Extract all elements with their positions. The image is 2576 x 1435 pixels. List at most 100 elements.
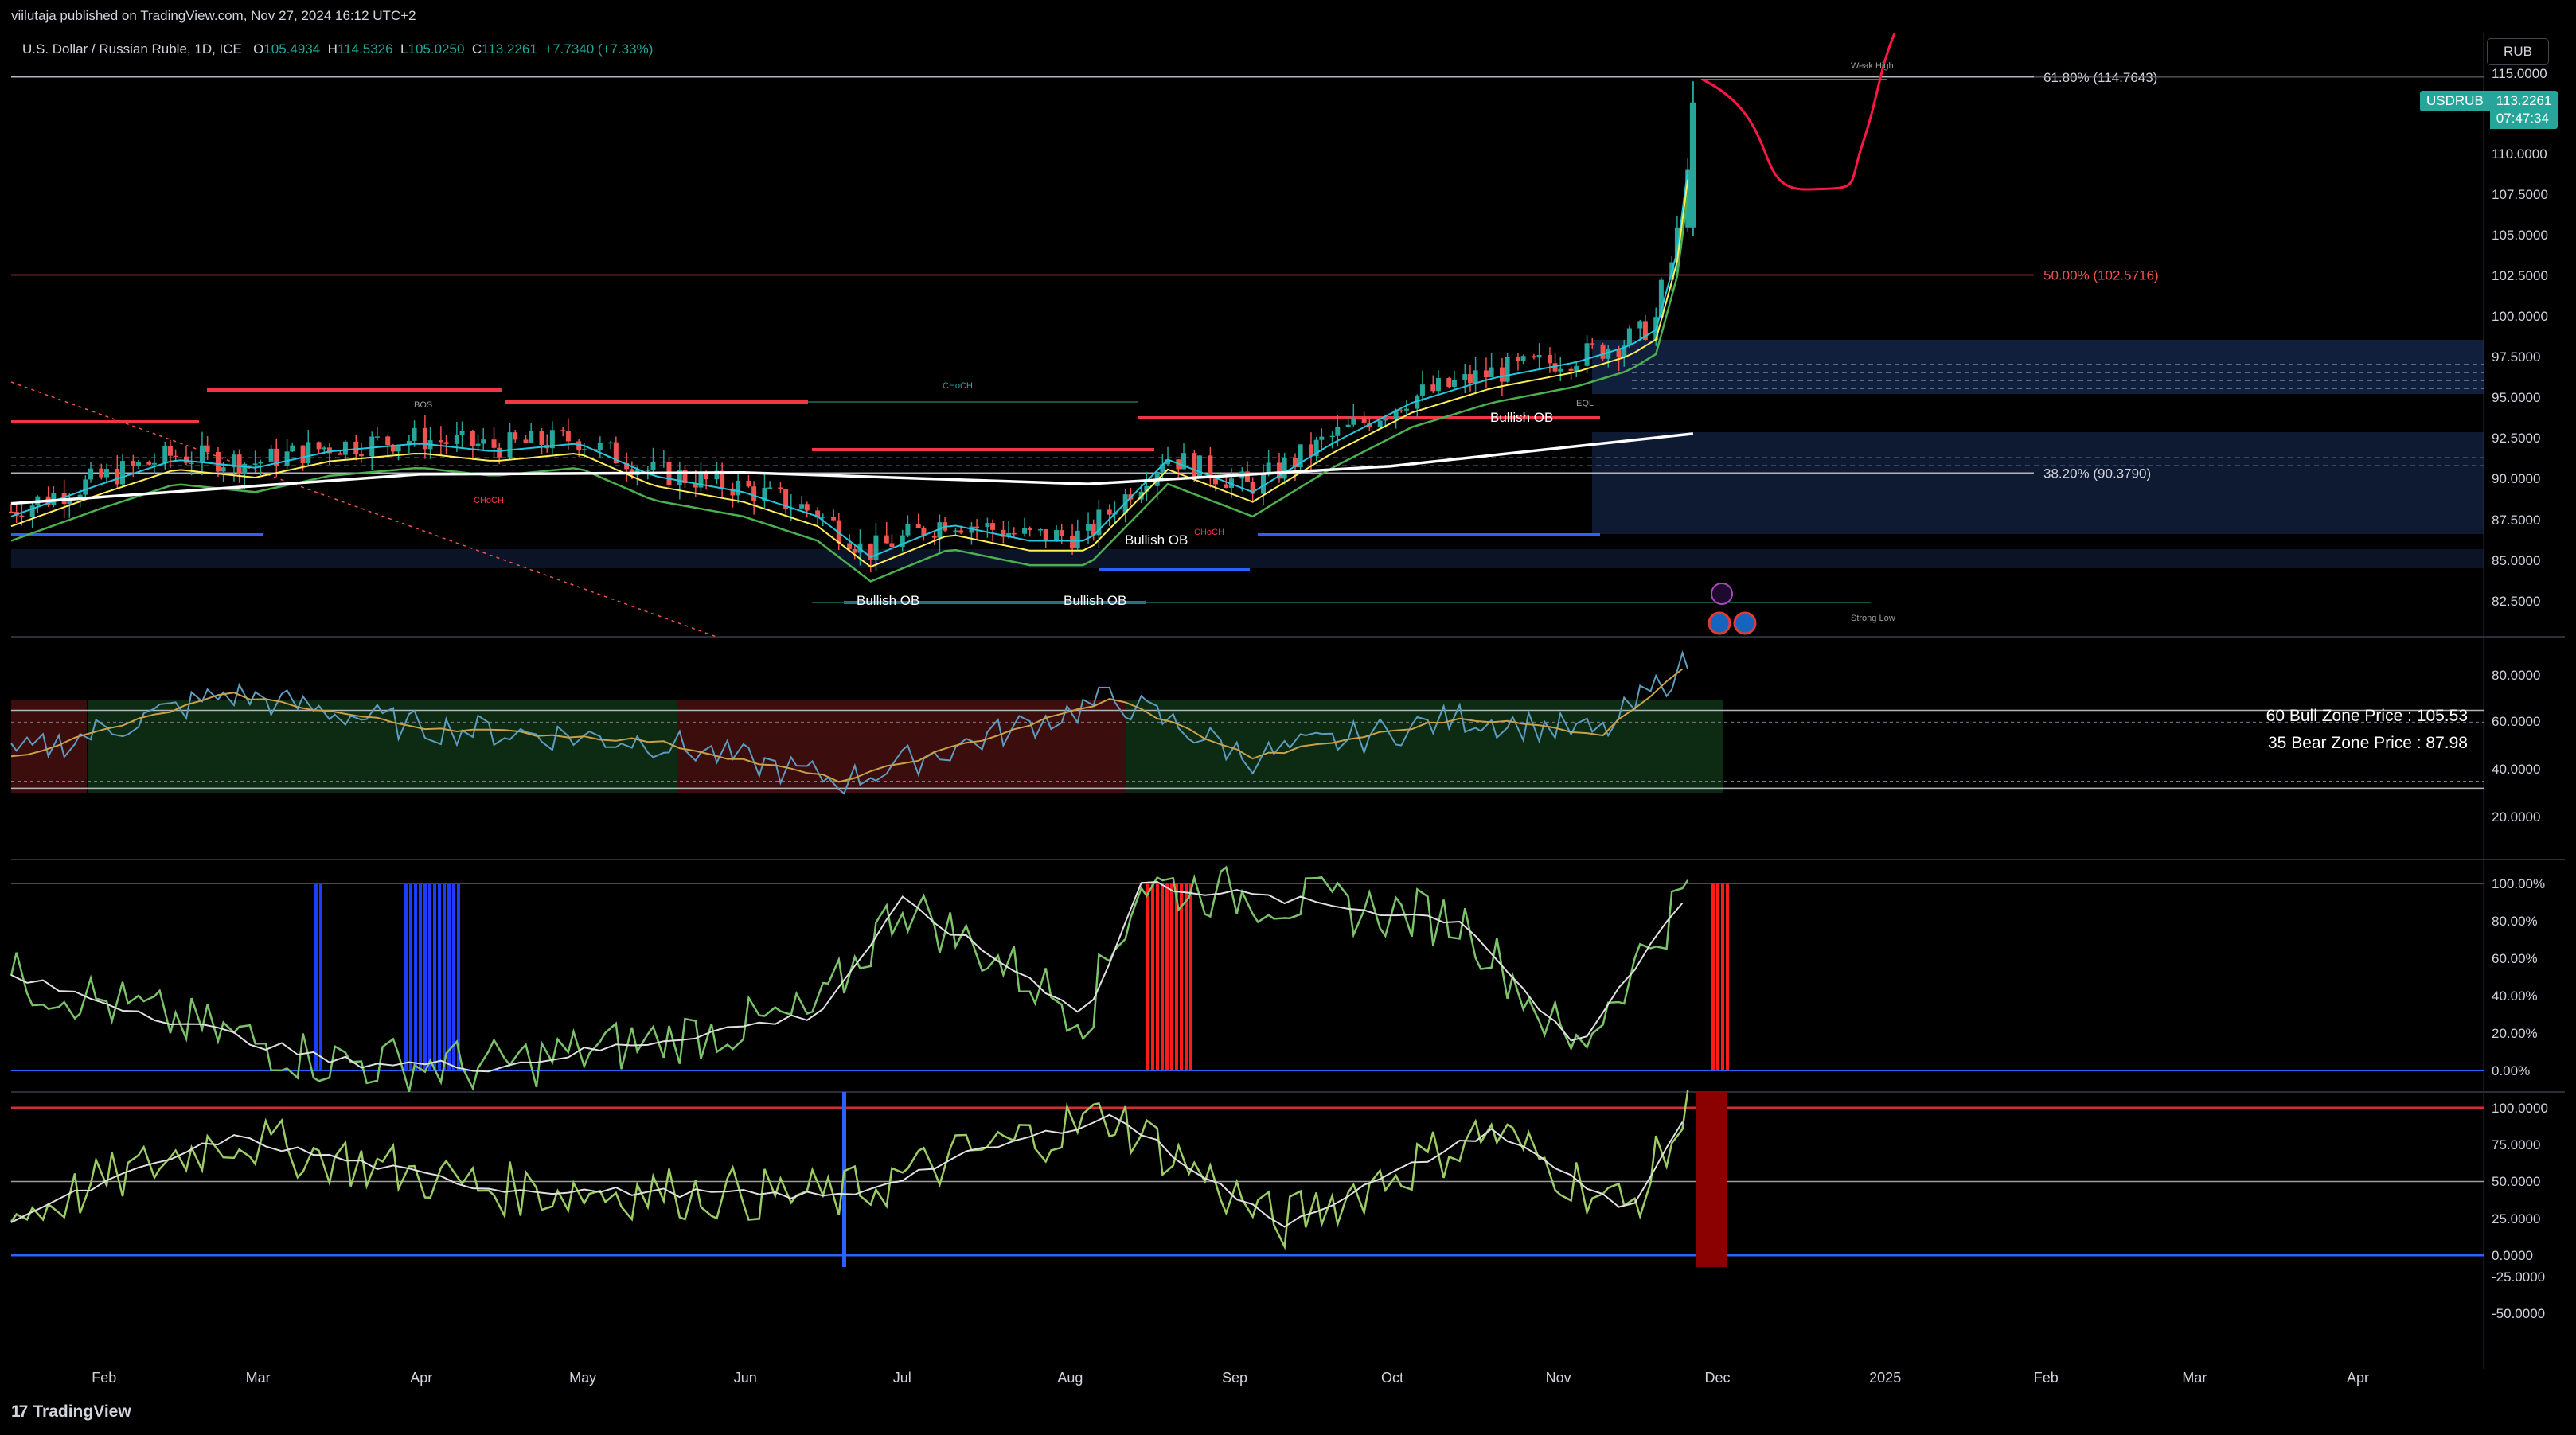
candle-body	[1038, 529, 1044, 531]
x-tick-label: May	[569, 1370, 596, 1386]
overbought-bar	[1146, 883, 1149, 1070]
candle-body	[847, 543, 853, 549]
stoch-k-line	[10, 865, 1689, 1093]
annotation-label: Bullish OB	[1490, 410, 1553, 425]
overbought-bar	[1721, 883, 1724, 1070]
candle-body	[353, 441, 359, 454]
candle-body	[1606, 349, 1611, 359]
candle-body	[205, 445, 210, 452]
candle-body	[1351, 418, 1356, 425]
low-value: 105.0250	[408, 41, 465, 57]
y-tick-label: -50.0000	[2492, 1306, 2545, 1321]
oversold-bar	[428, 883, 431, 1070]
candle-body	[565, 431, 571, 442]
x-tick-label: Jul	[893, 1370, 911, 1386]
x-tick-label: Feb	[2034, 1370, 2059, 1386]
oversold-bar	[438, 883, 441, 1070]
candle-body	[1086, 524, 1091, 531]
candle-body	[1329, 435, 1335, 438]
osc-line	[10, 1090, 1689, 1250]
candle-body	[438, 440, 443, 443]
candle-body	[889, 543, 895, 548]
candle-body	[990, 523, 996, 530]
overbought-bar	[1180, 883, 1183, 1070]
candle-body	[1319, 436, 1325, 440]
candle-body	[804, 504, 810, 511]
candle-body	[1011, 532, 1017, 535]
candle-body	[1626, 328, 1632, 346]
currency-button[interactable]: RUB	[2487, 38, 2549, 65]
bear-zone-label: 35 Bear Zone Price : 87.98	[2268, 734, 2468, 752]
chart-svg[interactable]: 115.0000 110.0000 107.5000 105.0000 102.5000…	[0, 0, 2576, 1435]
candle-body	[475, 443, 481, 446]
oversold-bar	[414, 883, 417, 1070]
overbought-bar	[1156, 883, 1159, 1070]
y-tick-label: 25.0000	[2492, 1211, 2540, 1226]
candle-body	[1505, 357, 1510, 382]
overbought-bar	[1711, 883, 1715, 1070]
y-tick-label: -25.0000	[2492, 1269, 2545, 1285]
ema-line	[10, 170, 1689, 559]
candle-body	[1043, 529, 1048, 542]
candle-body	[1584, 343, 1590, 366]
candle-body	[221, 467, 226, 472]
candle-body	[322, 447, 327, 450]
candle-body	[581, 449, 587, 450]
candle-body	[539, 431, 544, 446]
y-tick-label: 40.0000	[2492, 762, 2540, 777]
overbought-bar	[1175, 883, 1178, 1070]
oversold-bar	[433, 883, 436, 1070]
candle-body	[173, 455, 178, 458]
candle-body	[99, 468, 104, 478]
candle-body	[1600, 344, 1606, 359]
candle-body	[183, 456, 189, 463]
candle-body	[1574, 365, 1579, 372]
candle-body	[1419, 384, 1425, 396]
candle-body	[529, 431, 534, 443]
y-tick-label: 80.0000	[2492, 668, 2540, 683]
candle-body	[290, 445, 295, 452]
annotation-label: CHoCH	[1194, 528, 1224, 537]
candle-body	[985, 523, 990, 528]
annotation-label: Strong Low	[1851, 614, 1895, 623]
oversold-bar	[314, 883, 318, 1070]
overbought-bar	[1165, 883, 1169, 1070]
candle-body	[481, 439, 486, 444]
price-value-badge: 113.2261 07:47:34	[2489, 91, 2558, 129]
candle-body	[746, 480, 751, 487]
symbol-badge: USDRUB	[2420, 91, 2490, 111]
candle-body	[953, 530, 958, 532]
oversold-bar	[443, 883, 446, 1070]
symbol-title: U.S. Dollar / Russian Ruble, 1D, ICE	[22, 41, 242, 57]
tradingview-logo[interactable]: 17 TradingView	[11, 1402, 131, 1421]
candle-body	[236, 454, 242, 474]
ohlc-legend: U.S. Dollar / Russian Ruble, 1D, ICE O10…	[22, 41, 653, 57]
candle-body	[252, 463, 258, 465]
tradingview-logo-icon: 17	[11, 1402, 28, 1421]
overbought-bar	[1716, 883, 1719, 1070]
candle-body	[1224, 484, 1229, 489]
candle-body	[135, 462, 141, 466]
candle-body	[1399, 410, 1404, 411]
bottom-bar	[0, 1393, 2576, 1435]
y-tick-label: 110.0000	[2492, 146, 2547, 162]
candle-body	[974, 526, 980, 528]
candle-body	[491, 439, 497, 448]
candle-body	[915, 524, 921, 528]
fib-level-label: 50.00% (102.5716)	[2043, 268, 2159, 283]
x-tick-label: Mar	[246, 1370, 271, 1386]
annotation-label: Weak High	[1851, 61, 1894, 71]
candle-body	[470, 431, 475, 446]
candle-body	[1383, 418, 1388, 421]
bull-zone-bg	[88, 700, 677, 793]
candle-body	[751, 486, 757, 501]
candle-body	[189, 462, 194, 464]
low-label: L	[400, 41, 408, 57]
candle-body	[560, 430, 566, 431]
candle-body	[1361, 418, 1367, 423]
candle-body	[1308, 444, 1313, 457]
annotation-label: Bullish OB	[1064, 593, 1126, 608]
annotation-label: CHoCH	[474, 496, 504, 505]
y-tick-label: 100.0000	[2492, 1101, 2548, 1116]
y-tick-label: 97.5000	[2492, 349, 2540, 365]
